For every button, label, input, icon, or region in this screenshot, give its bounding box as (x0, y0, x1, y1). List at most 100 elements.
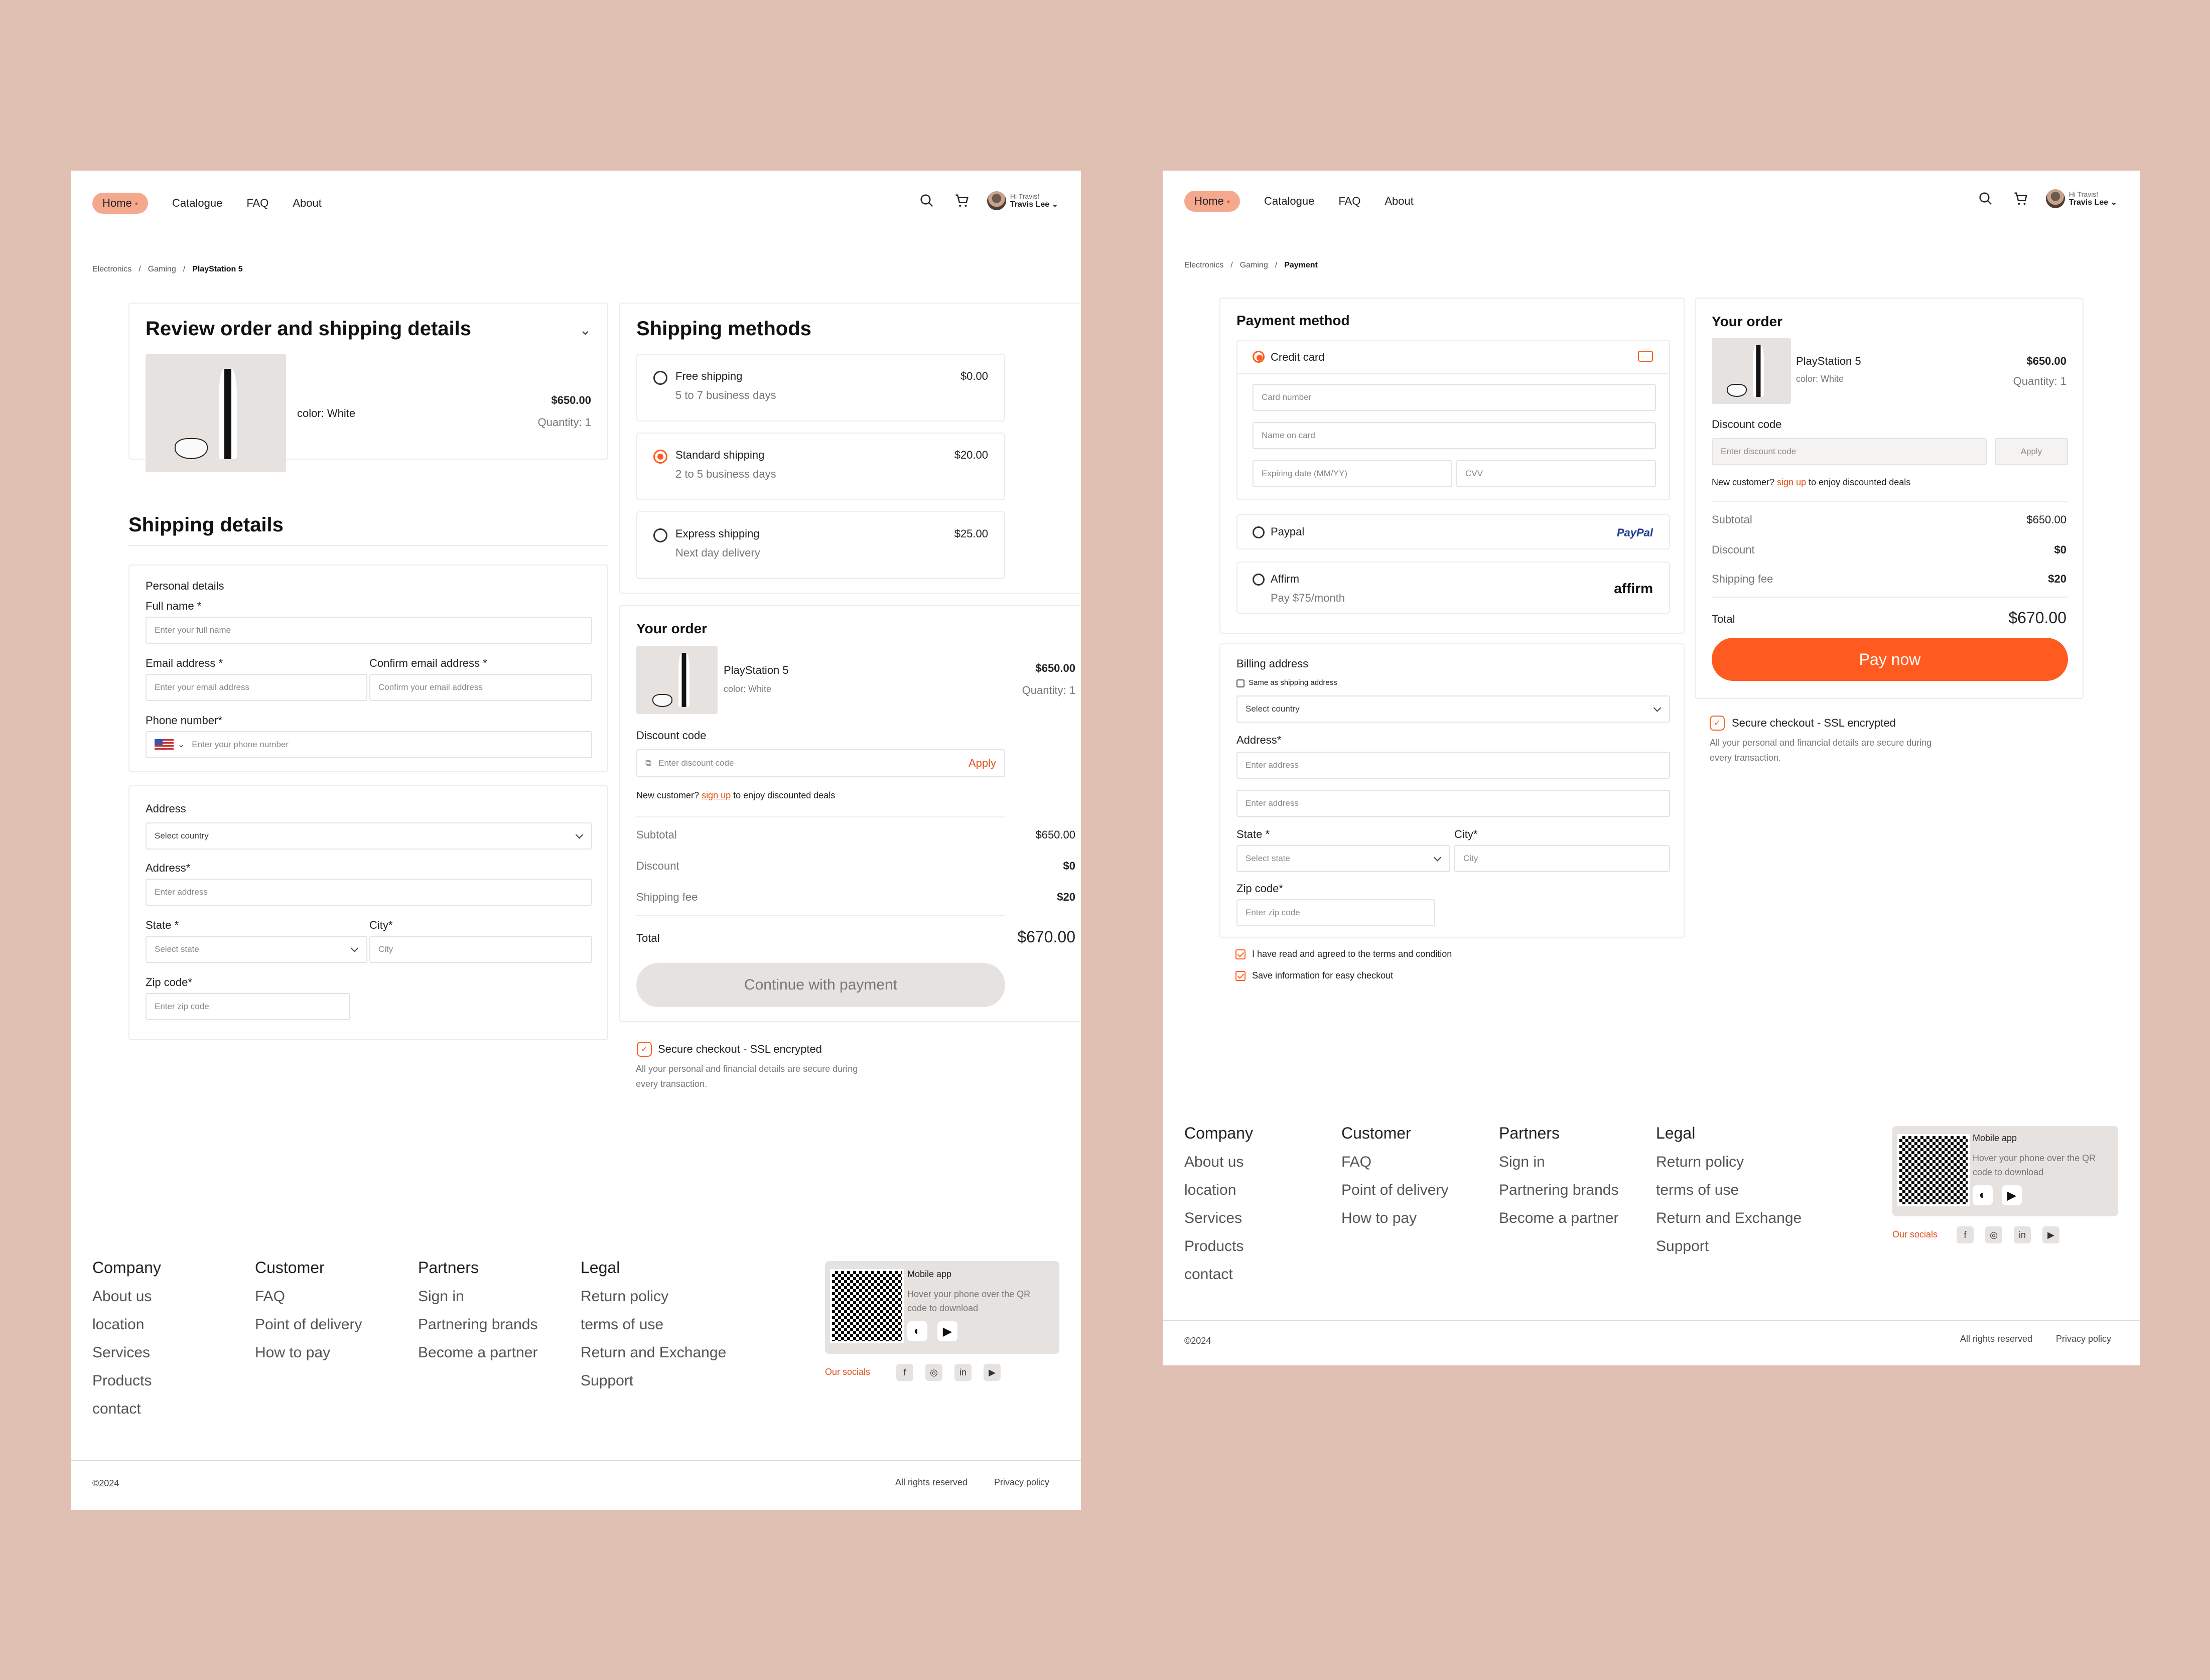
footer-link[interactable]: How to pay (255, 1344, 362, 1361)
nav-faq[interactable]: FAQ (246, 197, 268, 210)
cart-icon[interactable] (2011, 189, 2031, 209)
footer-link[interactable]: Services (1184, 1210, 1253, 1227)
name-on-card-input[interactable]: Name on card (1253, 422, 1656, 449)
instagram-icon[interactable]: ◎ (925, 1364, 942, 1381)
search-icon[interactable] (917, 191, 937, 211)
nav-about[interactable]: About (1385, 195, 1414, 208)
youtube-icon[interactable]: ▶ (984, 1364, 1001, 1381)
nav-about[interactable]: About (293, 197, 322, 210)
city-input[interactable]: City (1454, 845, 1670, 872)
footer-link[interactable]: terms of use (581, 1316, 726, 1333)
breadcrumb-electronics[interactable]: Electronics (1184, 261, 1223, 270)
footer-link[interactable]: Products (1184, 1238, 1253, 1255)
instagram-icon[interactable]: ◎ (1985, 1226, 2002, 1243)
footer-link[interactable]: Services (92, 1344, 161, 1361)
nav-catalogue[interactable]: Catalogue (172, 197, 222, 210)
play-store-icon[interactable]: ▶ (2002, 1185, 2022, 1205)
youtube-icon[interactable]: ▶ (2042, 1226, 2059, 1243)
search-icon[interactable] (1976, 189, 1996, 209)
linkedin-icon[interactable]: in (2014, 1226, 2031, 1243)
affirm-radio[interactable] (1253, 574, 1265, 586)
same-as-shipping-checkbox[interactable] (1236, 679, 1245, 687)
address-input-1[interactable]: Enter address (1236, 752, 1670, 779)
footer-link[interactable]: contact (92, 1401, 161, 1418)
paypal-radio[interactable] (1253, 526, 1265, 538)
shipping-option-standard[interactable]: Standard shipping 2 to 5 business days $… (636, 433, 1005, 500)
credit-card-option[interactable]: Credit card Card number Name on card Exp… (1236, 340, 1670, 500)
user-menu[interactable]: Hi Travis! Travis Lee ⌄ (987, 191, 1058, 210)
footer-link[interactable]: Return and Exchange (581, 1344, 726, 1361)
address-input[interactable]: Enter address (146, 879, 592, 906)
phone-input[interactable]: ⌄ Enter your phone number (146, 731, 592, 758)
save-info-checkbox[interactable] (1235, 971, 1246, 981)
cart-icon[interactable] (952, 191, 972, 211)
nav-home[interactable]: Home (92, 193, 148, 214)
pay-now-button[interactable]: Pay now (1712, 638, 2068, 681)
confirm-email-input[interactable]: Confirm your email address (369, 674, 592, 701)
email-input[interactable]: Enter your email address (146, 674, 367, 701)
us-flag-icon[interactable] (155, 739, 174, 750)
footer-link[interactable]: Return policy (1656, 1154, 1802, 1171)
footer-link[interactable]: Products (92, 1372, 161, 1389)
linkedin-icon[interactable]: in (954, 1364, 972, 1381)
shipping-option-express[interactable]: Express shipping Next day delivery $25.0… (636, 511, 1005, 579)
nav-home[interactable]: Home (1184, 191, 1240, 212)
footer-link[interactable]: Become a partner (1499, 1210, 1618, 1227)
shipping-radio-free[interactable] (653, 371, 667, 385)
footer-link[interactable]: Sign in (418, 1288, 537, 1305)
footer-link[interactable]: How to pay (1341, 1210, 1448, 1227)
play-store-icon[interactable]: ▶ (937, 1321, 957, 1341)
affirm-option[interactable]: Affirm Pay $75/month affirm (1236, 562, 1670, 614)
paypal-option[interactable]: Paypal PayPal (1236, 514, 1670, 549)
breadcrumb-gaming[interactable]: Gaming (148, 265, 176, 274)
expiry-input[interactable]: Expiring date (MM/YY) (1253, 460, 1452, 487)
footer-link[interactable]: Sign in (1499, 1154, 1618, 1171)
state-select[interactable]: Select state (1236, 845, 1450, 872)
country-select[interactable]: Select country (1236, 695, 1670, 723)
footer-link[interactable]: Become a partner (418, 1344, 537, 1361)
privacy-policy-link[interactable]: Privacy policy (994, 1477, 1049, 1488)
cvv-input[interactable]: CVV (1456, 460, 1656, 487)
footer-link[interactable]: Point of delivery (255, 1316, 362, 1333)
footer-link[interactable]: Support (581, 1372, 726, 1389)
footer-link[interactable]: terms of use (1656, 1182, 1802, 1199)
zip-input[interactable]: Enter zip code (146, 993, 350, 1020)
city-input[interactable]: City (369, 936, 592, 963)
shipping-option-free[interactable]: Free shipping 5 to 7 business days $0.00 (636, 354, 1005, 422)
apple-icon[interactable]: ◐ (1973, 1185, 1993, 1205)
footer-link[interactable]: FAQ (1341, 1154, 1448, 1171)
user-menu[interactable]: Hi Travis! Travis Lee ⌄ (2045, 189, 2117, 208)
card-number-input[interactable]: Card number (1253, 384, 1656, 411)
zip-input[interactable]: Enter zip code (1236, 899, 1435, 926)
sign-up-link[interactable]: sign up (1777, 477, 1806, 487)
footer-link[interactable]: Partnering brands (1499, 1182, 1618, 1199)
apply-button[interactable]: Apply (969, 757, 996, 770)
footer-link[interactable]: location (92, 1316, 161, 1333)
footer-link[interactable]: contact (1184, 1266, 1253, 1283)
chevron-down-icon[interactable]: ⌄ (580, 322, 591, 338)
privacy-policy-link[interactable]: Privacy policy (2056, 1334, 2111, 1344)
apply-button[interactable]: Apply (1995, 438, 2068, 465)
footer-link[interactable]: Point of delivery (1341, 1182, 1448, 1199)
footer-link[interactable]: Return policy (581, 1288, 726, 1305)
footer-link[interactable]: About us (1184, 1154, 1253, 1171)
sign-up-link[interactable]: sign up (702, 790, 731, 800)
chevron-down-icon[interactable]: ⌄ (178, 740, 185, 750)
discount-input[interactable]: Enter discount code (1712, 438, 1987, 465)
nav-catalogue[interactable]: Catalogue (1264, 195, 1314, 208)
discount-input[interactable]: ⧉ Enter discount code Apply (636, 749, 1005, 777)
full-name-input[interactable]: Enter your full name (146, 617, 592, 644)
footer-link[interactable]: FAQ (255, 1288, 362, 1305)
footer-link[interactable]: Partnering brands (418, 1316, 537, 1333)
footer-link[interactable]: About us (92, 1288, 161, 1305)
breadcrumb-electronics[interactable]: Electronics (92, 265, 131, 274)
nav-faq[interactable]: FAQ (1338, 195, 1360, 208)
breadcrumb-gaming[interactable]: Gaming (1240, 261, 1268, 270)
credit-card-radio[interactable] (1253, 351, 1265, 363)
address-input-2[interactable]: Enter address (1236, 790, 1670, 817)
country-select[interactable]: Select country (146, 822, 592, 850)
shipping-radio-standard[interactable] (653, 450, 667, 464)
footer-link[interactable]: Return and Exchange (1656, 1210, 1802, 1227)
state-select[interactable]: Select state (146, 936, 367, 963)
shipping-radio-express[interactable] (653, 528, 667, 542)
